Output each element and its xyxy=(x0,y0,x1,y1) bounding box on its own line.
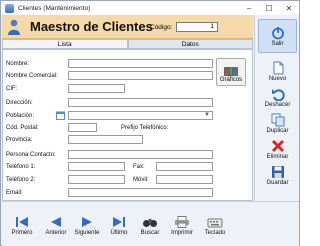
salir-label: Salir xyxy=(271,40,284,47)
tab-datos[interactable]: Datos xyxy=(127,39,253,49)
email-label: Email: xyxy=(6,190,23,196)
duplicar-label: Duplicar xyxy=(266,128,289,134)
buscar-label: Buscar xyxy=(140,230,160,236)
telefono2-label: Teléfono 2: xyxy=(6,177,36,183)
anterior-button[interactable]: Anterior xyxy=(39,216,73,236)
guardar-label: Guardar xyxy=(266,180,289,186)
poblacion-label: Población: xyxy=(6,113,35,119)
app-window: Clientes (Mantenimiento) – ☐ ✕ Maestro d… xyxy=(0,0,300,246)
eliminar-label: Eliminar xyxy=(266,154,289,160)
nuevo-button[interactable]: Nuevo xyxy=(255,61,300,82)
next-record-icon xyxy=(82,217,92,227)
page-title: Maestro de Clientes xyxy=(30,19,153,34)
email-field[interactable] xyxy=(68,188,213,197)
fax-field[interactable] xyxy=(156,162,213,171)
power-icon xyxy=(271,26,284,39)
client-icon xyxy=(8,19,20,35)
nombre-field[interactable] xyxy=(68,59,213,68)
chevron-down-icon: ▼ xyxy=(204,112,210,118)
title-bar: Clientes (Mantenimiento) – ☐ ✕ xyxy=(1,1,299,15)
new-document-icon xyxy=(273,61,283,75)
telefono1-field[interactable] xyxy=(68,162,125,171)
calendar-icon[interactable] xyxy=(56,111,65,120)
tab-bar: Lista Datos xyxy=(2,39,253,49)
guardar-button[interactable]: Guardar xyxy=(255,165,300,186)
cod-postal-label: Cód. Postal: xyxy=(6,125,39,131)
eliminar-button[interactable]: Eliminar xyxy=(255,139,300,160)
code-label: Código: xyxy=(150,24,173,31)
provincia-field[interactable] xyxy=(68,135,143,144)
code-field[interactable]: 1 xyxy=(176,22,218,32)
cod-postal-field[interactable] xyxy=(68,123,97,132)
last-record-icon xyxy=(113,217,125,227)
nombre-label: Nombre: xyxy=(6,61,30,67)
deshacer-label: Deshacer xyxy=(264,102,291,108)
app-icon xyxy=(5,3,14,13)
undo-icon xyxy=(271,89,285,101)
teclado-label: Teclado xyxy=(204,230,226,236)
navigation-toolbar: Primero Anterior Siguiente Último Buscar… xyxy=(2,201,299,246)
ultimo-label: Último xyxy=(110,230,128,236)
client-form: Nombre: Nombre Comercial: Gráficos CIF: … xyxy=(2,49,253,201)
chart-icon xyxy=(224,67,238,76)
teclado-button[interactable]: Teclado xyxy=(198,216,232,236)
siguiente-button[interactable]: Siguiente xyxy=(70,216,104,236)
persona-contacto-field[interactable] xyxy=(68,150,213,159)
siguiente-label: Siguiente xyxy=(74,230,100,236)
maximize-button[interactable]: ☐ xyxy=(259,1,279,15)
movil-field[interactable] xyxy=(156,175,213,184)
graficos-label: Gráficos xyxy=(219,77,243,83)
window-controls: – ☐ ✕ xyxy=(239,1,299,15)
salir-button[interactable]: Salir xyxy=(258,19,297,53)
nombre-comercial-field[interactable] xyxy=(68,71,213,80)
binoculars-icon xyxy=(143,219,157,227)
form-header: Maestro de Clientes Código: 1 xyxy=(2,15,253,39)
imprimir-button[interactable]: Imprimir xyxy=(165,216,199,236)
duplicar-button[interactable]: Duplicar xyxy=(255,113,300,134)
cif-field[interactable] xyxy=(68,84,125,93)
keyboard-icon xyxy=(207,218,223,228)
deshacer-button[interactable]: Deshacer xyxy=(255,87,300,108)
fax-label: Fax: xyxy=(133,164,145,170)
action-sidebar: Salir Nuevo Deshacer Duplicar Eliminar G… xyxy=(254,15,299,201)
save-disk-icon xyxy=(271,166,284,178)
primero-label: Primero xyxy=(11,230,33,236)
buscar-button[interactable]: Buscar xyxy=(133,216,167,236)
provincia-label: Provincia: xyxy=(6,137,33,143)
movil-label: Móvil: xyxy=(133,177,149,183)
imprimir-label: Imprimir xyxy=(171,230,193,236)
primero-button[interactable]: Primero xyxy=(5,216,39,236)
graficos-button[interactable]: Gráficos xyxy=(216,58,246,86)
nombre-comercial-label: Nombre Comercial: xyxy=(6,73,58,79)
duplicate-icon xyxy=(271,113,284,127)
close-button[interactable]: ✕ xyxy=(279,1,299,15)
poblacion-select[interactable]: ▼ xyxy=(68,111,213,120)
nuevo-label: Nuevo xyxy=(268,76,287,82)
direccion-label: Dirección: xyxy=(6,100,33,106)
printer-icon xyxy=(175,216,189,228)
minimize-button[interactable]: – xyxy=(239,1,259,15)
direccion-field[interactable] xyxy=(68,98,213,107)
persona-contacto-label: Persona Contacto: xyxy=(6,152,56,158)
cif-label: CIF: xyxy=(6,86,18,92)
telefono1-label: Teléfono 1: xyxy=(6,164,36,170)
delete-x-icon xyxy=(271,139,284,153)
anterior-label: Anterior xyxy=(45,230,67,236)
first-record-icon xyxy=(16,217,28,227)
ultimo-button[interactable]: Último xyxy=(102,216,136,236)
tab-lista[interactable]: Lista xyxy=(2,39,128,49)
prefijo-label: Prefijo Telefónico: xyxy=(121,125,169,131)
window-title: Clientes (Mantenimiento) xyxy=(18,4,91,12)
telefono2-field[interactable] xyxy=(68,175,125,184)
previous-record-icon xyxy=(51,217,61,227)
